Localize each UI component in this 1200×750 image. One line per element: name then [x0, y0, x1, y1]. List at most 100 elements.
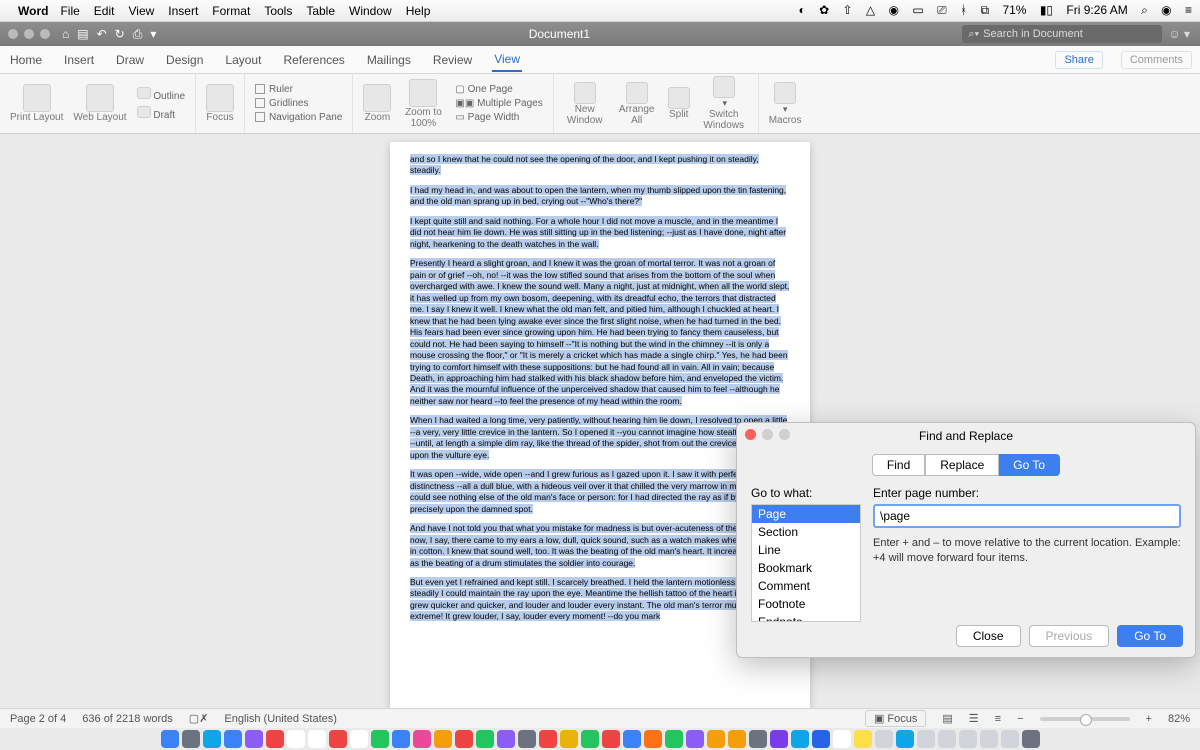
dock-app-icon[interactable] [497, 730, 515, 748]
dock-app-icon[interactable] [623, 730, 641, 748]
spellcheck-icon[interactable]: ▢✗ [189, 712, 209, 725]
dock-app-icon[interactable] [686, 730, 704, 748]
tab-review[interactable]: Review [431, 49, 474, 71]
dock-app-icon[interactable] [518, 730, 536, 748]
web-layout-icon[interactable] [86, 84, 114, 112]
dock-app-icon[interactable] [1001, 730, 1019, 748]
doc-paragraph[interactable]: I had my head in, and was about to open … [410, 185, 786, 206]
battery-percent[interactable]: 71% [1002, 3, 1026, 17]
dock-app-icon[interactable] [602, 730, 620, 748]
zoom-icon[interactable] [363, 84, 391, 112]
tab-layout[interactable]: Layout [223, 49, 263, 71]
zoom-slider[interactable] [1040, 717, 1130, 721]
dock-app-icon[interactable] [896, 730, 914, 748]
goto-button[interactable]: Go To [1117, 625, 1183, 647]
redo-icon[interactable]: ↻ [115, 27, 125, 42]
list-item-bookmark[interactable]: Bookmark [752, 559, 860, 577]
list-item-footnote[interactable]: Footnote [752, 595, 860, 613]
dock-app-icon[interactable] [392, 730, 410, 748]
tab-replace[interactable]: Replace [925, 454, 999, 476]
print-layout-icon[interactable] [23, 84, 51, 112]
home-icon[interactable]: ⌂ [62, 27, 69, 42]
save-icon[interactable]: ▤ [77, 27, 88, 42]
ruler-checkbox[interactable]: Ruler [255, 84, 342, 95]
view-icon[interactable]: ≡ [995, 713, 1001, 725]
list-item-comment[interactable]: Comment [752, 577, 860, 595]
dock-app-icon[interactable] [413, 730, 431, 748]
list-item-section[interactable]: Section [752, 523, 860, 541]
dock-app-icon[interactable] [182, 730, 200, 748]
list-item-line[interactable]: Line [752, 541, 860, 559]
wifi-icon[interactable]: ⧉ [981, 3, 990, 17]
tab-home[interactable]: Home [8, 49, 44, 71]
dock-app-icon[interactable] [560, 730, 578, 748]
page-indicator[interactable]: Page 2 of 4 [10, 713, 66, 725]
doc-paragraph[interactable]: And have I not told you that what you mi… [410, 523, 784, 567]
language-indicator[interactable]: English (United States) [224, 713, 337, 725]
tab-view[interactable]: View [492, 48, 522, 72]
status-icon[interactable]: △ [866, 3, 875, 17]
navpane-checkbox[interactable]: Navigation Pane [255, 112, 342, 123]
dock-app-icon[interactable] [455, 730, 473, 748]
tab-goto[interactable]: Go To [999, 454, 1060, 476]
undo-icon[interactable]: ↶ [97, 27, 107, 42]
tab-draw[interactable]: Draw [114, 49, 146, 71]
zoom-out-icon[interactable]: − [1017, 713, 1023, 725]
traffic-lights[interactable] [8, 29, 50, 39]
clock[interactable]: Fri 9:26 AM [1066, 3, 1127, 17]
list-item-endnote[interactable]: Endnote [752, 613, 860, 622]
macros-icon[interactable] [774, 82, 796, 104]
menu-edit[interactable]: Edit [94, 4, 115, 18]
close-button[interactable]: Close [956, 625, 1021, 647]
list-item-page[interactable]: Page [752, 505, 860, 523]
dock-app-icon[interactable] [875, 730, 893, 748]
dock-app-icon[interactable] [581, 730, 599, 748]
page-width-button[interactable]: ▭ Page Width [455, 112, 542, 123]
switch-windows-icon[interactable] [713, 76, 735, 98]
dock-app-icon[interactable] [833, 730, 851, 748]
tab-insert[interactable]: Insert [62, 49, 96, 71]
tab-design[interactable]: Design [164, 49, 205, 71]
dock-app-icon[interactable] [224, 730, 242, 748]
tab-references[interactable]: References [281, 49, 346, 71]
dock-app-icon[interactable] [1022, 730, 1040, 748]
dock-app-icon[interactable] [203, 730, 221, 748]
outline-button[interactable]: Outline [137, 87, 185, 102]
dock-app-icon[interactable] [245, 730, 263, 748]
dock-app-icon[interactable] [770, 730, 788, 748]
dock-app-icon[interactable] [266, 730, 284, 748]
split-icon[interactable] [668, 87, 690, 109]
share-button[interactable]: Share [1055, 51, 1102, 69]
dock-app-icon[interactable] [749, 730, 767, 748]
menu-icon[interactable]: ≡ [1185, 3, 1192, 17]
dock-app-icon[interactable] [308, 730, 326, 748]
new-window-icon[interactable] [574, 82, 596, 104]
dock-app-icon[interactable] [539, 730, 557, 748]
multi-pages-button[interactable]: ▣▣ Multiple Pages [455, 98, 542, 109]
status-icon[interactable]: ⇧ [843, 3, 853, 17]
dock-app-icon[interactable] [854, 730, 872, 748]
menu-table[interactable]: Table [306, 4, 335, 18]
draft-button[interactable]: Draft [137, 106, 185, 121]
dock-app-icon[interactable] [980, 730, 998, 748]
doc-paragraph[interactable]: and so I knew that he could not see the … [410, 154, 759, 175]
doc-paragraph[interactable]: But even yet I refrained and kept still.… [410, 577, 785, 621]
go-to-what-list[interactable]: Page Section Line Bookmark Comment Footn… [751, 504, 861, 622]
print-icon[interactable]: ⎙ [133, 27, 143, 42]
menu-insert[interactable]: Insert [168, 4, 198, 18]
dock-app-icon[interactable] [434, 730, 452, 748]
dock-app-icon[interactable] [329, 730, 347, 748]
status-icon[interactable]: ▭ [912, 3, 923, 17]
menu-tools[interactable]: Tools [264, 4, 292, 18]
menu-view[interactable]: View [128, 4, 154, 18]
page-number-input[interactable] [873, 504, 1181, 528]
zoom-percent[interactable]: 82% [1168, 713, 1190, 725]
feedback-icon[interactable]: ☺ ▾ [1168, 27, 1190, 41]
dock-app-icon[interactable] [371, 730, 389, 748]
dock-app-icon[interactable] [959, 730, 977, 748]
menu-format[interactable]: Format [212, 4, 250, 18]
menu-file[interactable]: File [60, 4, 79, 18]
comments-button[interactable]: Comments [1121, 51, 1192, 69]
status-icon[interactable]: ✿ [819, 3, 829, 17]
tab-mailings[interactable]: Mailings [365, 49, 413, 71]
